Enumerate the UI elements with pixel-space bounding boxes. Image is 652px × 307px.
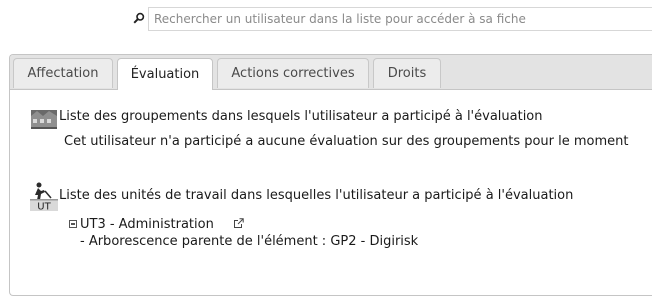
tree-collapse-icon[interactable] bbox=[69, 220, 77, 228]
tab-droits[interactable]: Droits bbox=[373, 58, 441, 88]
search-bar bbox=[0, 6, 652, 34]
user-search-input[interactable] bbox=[148, 7, 652, 31]
groupements-section-title: Liste des groupements dans lesquels l'ut… bbox=[59, 109, 543, 124]
tab-actions-correctives[interactable]: Actions correctives bbox=[217, 58, 369, 88]
tab-affectation[interactable]: Affectation bbox=[13, 58, 113, 88]
unite-icon-label: UT bbox=[37, 202, 51, 212]
user-detail-panel: Affectation Évaluation Actions correctiv… bbox=[9, 54, 652, 296]
groupements-empty-message: Cet utilisateur n'a participé a aucune é… bbox=[64, 134, 629, 149]
unite-travail-icon: UT bbox=[29, 181, 59, 211]
external-link-icon[interactable] bbox=[234, 218, 244, 228]
unite-item-parent: - Arborescence parente de l'élément : GP… bbox=[80, 234, 419, 249]
groupement-icon bbox=[29, 102, 59, 132]
tab-bar: Affectation Évaluation Actions correctiv… bbox=[10, 55, 652, 90]
tab-evaluation[interactable]: Évaluation bbox=[117, 58, 213, 90]
unite-item-name[interactable]: UT3 - Administration bbox=[80, 217, 214, 232]
unites-section-title: Liste des unités de travail dans lesquel… bbox=[59, 188, 574, 203]
search-icon bbox=[133, 12, 145, 24]
